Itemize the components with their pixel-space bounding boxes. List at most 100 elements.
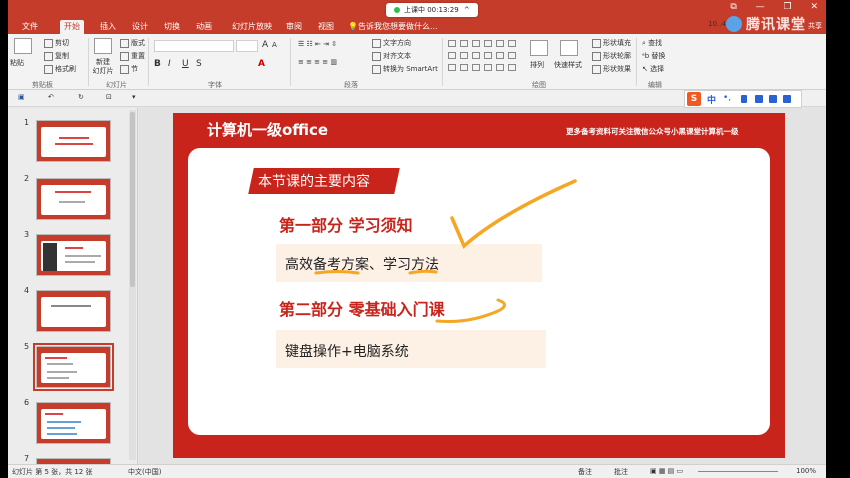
bold-button[interactable]: B [154,59,161,69]
slide-header-note: 更多备考资料可关注微信公众号小黑课堂计算机一级 [566,127,739,136]
thumb-number: 3 [24,230,30,239]
find-button[interactable]: ⌕ 查找 [642,38,662,48]
redo-icon[interactable]: ↻ [78,93,84,101]
text-direction-button[interactable]: 文字方向 [372,38,411,48]
cursor-icon: ↖ [642,65,648,73]
zoom-slider[interactable] [698,471,778,472]
smartart-button[interactable]: 转换为 SmartArt [372,64,438,74]
shrink-font-button[interactable]: A [272,41,277,49]
scrollbar-thumb[interactable] [130,112,135,287]
layout-button[interactable]: 版式 [120,38,145,48]
tab-insert[interactable]: 插入 [100,20,116,34]
tencent-classroom-watermark: 10..41 腾讯课堂 [708,14,816,34]
restore-ribbon-icon[interactable]: ⧉ [730,2,736,12]
customize-qat-icon[interactable]: ▾ [132,93,136,101]
italic-button[interactable]: I [168,59,171,69]
arrange-icon [530,40,548,56]
group-label-font: 字体 [208,81,222,89]
tab-file[interactable]: 文件 [22,20,38,34]
paste-button[interactable]: 粘贴 [10,58,24,68]
thumb-number: 6 [24,398,30,407]
copy-icon [44,51,53,61]
tab-home[interactable]: 开始 [60,20,84,34]
presentation-icon[interactable]: ⊡ [106,93,112,101]
microphone-icon[interactable] [741,95,747,103]
recording-label: 上课中 00:13:29 [404,6,459,14]
window-controls: ⧉ — ❐ ✕ [714,2,818,12]
section-button[interactable]: 节 [120,64,138,74]
tab-view[interactable]: 视图 [318,20,334,34]
replace-button[interactable]: ᵃb 替换 [642,51,665,61]
group-label-drawing: 绘图 [532,81,546,89]
tab-design[interactable]: 设计 [132,20,148,34]
punctuation-toggle[interactable]: •, [723,93,731,103]
maximize-button[interactable]: ❐ [784,2,792,12]
brush-icon [44,64,53,74]
thumb-number: 2 [24,174,30,183]
ribbon-divider [442,38,443,86]
slide-thumbnail[interactable] [36,290,111,332]
ime-mode-toggle[interactable]: 中 [707,93,716,106]
slide-thumbnail[interactable] [36,178,111,220]
group-label-paragraph: 段落 [344,81,358,89]
tab-slideshow[interactable]: 幻灯片放映 [232,20,272,34]
format-painter-button[interactable]: 格式刷 [44,64,76,74]
select-button[interactable]: ↖ 选择 [642,64,664,74]
thumbnails-scrollbar[interactable] [129,110,136,460]
save-icon[interactable]: ▣ [18,93,25,101]
item-one-text: 高效备考方案、学习方法 [285,257,439,273]
slide-thumbnail-selected[interactable] [33,343,114,391]
skin-icon[interactable] [769,95,777,103]
ribbon-tab-bar: 文件 开始 插入 设计 切换 动画 幻灯片放映 审阅 视图 💡告诉我您想要做什么… [8,0,826,34]
close-button[interactable]: ✕ [810,2,818,12]
slide-thumbnail[interactable] [36,234,111,276]
shape-outline-button[interactable]: 形状轮廓 [592,51,631,61]
tab-transitions[interactable]: 切换 [164,20,180,34]
new-slide-button[interactable]: 新建 幻灯片 [88,58,118,76]
ribbon-divider [636,38,637,86]
minimize-button[interactable]: — [756,2,765,12]
ribbon-divider [290,38,291,86]
zoom-level[interactable]: 100% [796,467,816,475]
language-indicator[interactable]: 中文(中国) [128,467,161,477]
notes-button[interactable]: 备注 [578,467,592,477]
keyboard-icon[interactable] [755,95,763,103]
shadow-button[interactable]: S [196,59,202,69]
bullets-icon[interactable]: ☰ ☷ ⇤ ⇥ ⇳ [298,40,337,48]
align-text-button[interactable]: 对齐文本 [372,51,411,61]
comments-button[interactable]: 批注 [614,467,628,477]
align-icons[interactable]: ≡ ≡ ≡ ≡ ▥ [298,58,337,66]
slide-thumbnails-pane: 1 2 3 4 5 6 7 [8,108,138,468]
tell-me-search[interactable]: 💡告诉我您想要做什么... [348,20,438,34]
shape-fill-button[interactable]: 形状填充 [592,38,631,48]
view-buttons[interactable]: ▣ ▦ ▤ ▭ [650,467,683,475]
quick-styles-button[interactable]: 快速样式 [554,60,582,70]
font-color-button[interactable]: A [258,59,265,69]
cut-button[interactable]: 剪切 [44,38,69,48]
group-label-editing: 编辑 [648,81,662,89]
reset-button[interactable]: 重置 [120,51,145,61]
tencent-brand: 腾讯课堂 [746,17,806,33]
search-icon: ⌕ [642,39,646,47]
arrange-button[interactable]: 排列 [530,60,544,70]
underline-button[interactable]: U [182,59,189,69]
recording-indicator[interactable]: 上课中 00:13:29 ^ [386,3,478,17]
shape-effects-button[interactable]: 形状效果 [592,64,631,74]
copy-button[interactable]: 复制 [44,51,69,61]
undo-icon[interactable]: ↶ [48,93,54,101]
sogou-logo-icon: S [687,92,701,106]
replace-icon: ᵃb [642,52,650,60]
tab-animations[interactable]: 动画 [196,20,212,34]
toolbox-icon[interactable] [783,95,791,103]
slide-thumbnail[interactable] [36,402,111,444]
sogou-ime-toolbar[interactable]: S 中 •, [684,90,802,108]
effects-icon [592,64,601,74]
thumb-number: 4 [24,286,30,295]
slide-header-title: 计算机一级office [207,121,329,139]
font-size-dropdown[interactable] [236,40,258,52]
font-name-dropdown[interactable] [154,40,234,52]
slide-thumbnail[interactable] [36,120,111,162]
scissors-icon [44,38,53,48]
grow-font-button[interactable]: A [262,40,268,50]
tab-review[interactable]: 审阅 [286,20,302,34]
